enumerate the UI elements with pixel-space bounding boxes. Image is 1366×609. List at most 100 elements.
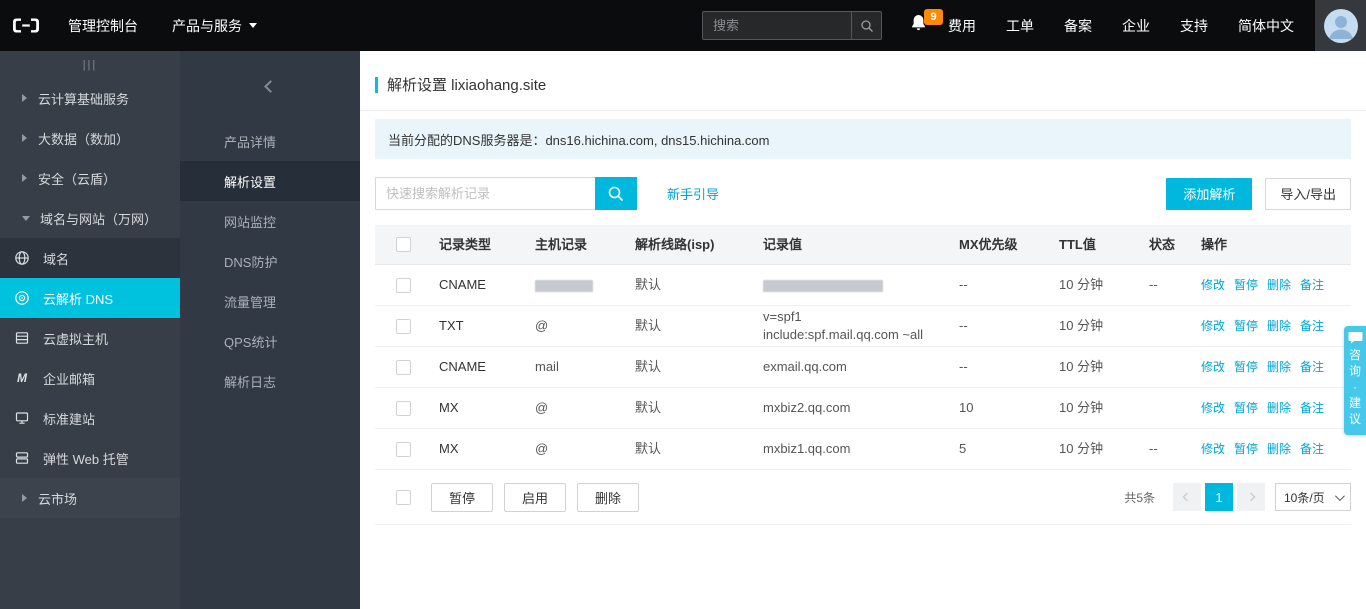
cell-host: [527, 276, 627, 294]
record-search-input[interactable]: [375, 177, 595, 210]
submenu-item-dns-settings[interactable]: 解析设置: [180, 161, 360, 201]
nav-billing[interactable]: 费用: [933, 0, 991, 51]
search-button[interactable]: [595, 177, 637, 210]
action-delete[interactable]: 删除: [1267, 319, 1291, 333]
globe-icon: [15, 251, 29, 265]
cell-value: mxbiz1.qq.com: [763, 441, 851, 456]
action-modify[interactable]: 修改: [1201, 401, 1225, 415]
action-delete[interactable]: 删除: [1267, 278, 1291, 292]
cell-line: 默认: [635, 318, 662, 333]
page-size-select[interactable]: 10条/页: [1275, 483, 1351, 511]
add-record-button[interactable]: 添加解析: [1166, 177, 1253, 210]
sidebar-item-label: 标准建站: [43, 411, 96, 427]
sidebar-item-enterprise-mail[interactable]: M 企业邮箱: [0, 358, 180, 398]
sidebar-item-big-data[interactable]: 大数据（数加）: [0, 118, 180, 158]
cell-value: [755, 276, 951, 294]
topbar: 管理控制台 产品与服务 9 费用 工单 备案 企业 支持 简体中文: [0, 0, 1366, 51]
pagination: 共5条 1 10条/页: [1124, 483, 1351, 511]
import-export-button[interactable]: 导入/导出: [1265, 177, 1351, 210]
sidebar-item-security[interactable]: 安全（云盾）: [0, 158, 180, 198]
sidebar-collapse-icon[interactable]: |||: [0, 51, 180, 78]
toolbar-right: 添加解析 导入/导出: [1166, 177, 1351, 210]
row-checkbox[interactable]: [395, 400, 411, 416]
action-pause[interactable]: 暂停: [1234, 319, 1258, 333]
monitor-icon: [15, 412, 29, 424]
action-remark[interactable]: 备注: [1300, 401, 1324, 415]
sidebar-item-web-hosting[interactable]: 云虚拟主机: [0, 318, 180, 358]
batch-enable-button[interactable]: 启用: [504, 482, 567, 512]
action-remark[interactable]: 备注: [1300, 360, 1324, 374]
action-modify[interactable]: 修改: [1201, 442, 1225, 456]
sidebar-item-website-builder[interactable]: 标准建站: [0, 398, 180, 438]
server-icon: [15, 332, 29, 344]
page-number-button[interactable]: 1: [1205, 483, 1233, 511]
action-remark[interactable]: 备注: [1300, 319, 1324, 333]
batch-pause-button[interactable]: 暂停: [431, 482, 494, 512]
action-modify[interactable]: 修改: [1201, 319, 1225, 333]
submenu-item-site-monitoring[interactable]: 网站监控: [180, 201, 360, 241]
cell-host: @: [535, 441, 549, 456]
redacted-host-value: [535, 279, 593, 292]
topbar-search-input[interactable]: [703, 12, 851, 39]
action-delete[interactable]: 删除: [1267, 401, 1291, 415]
action-delete[interactable]: 删除: [1267, 442, 1291, 456]
row-checkbox[interactable]: [395, 441, 411, 457]
cell-ttl: 10 分钟: [1059, 400, 1104, 415]
action-pause[interactable]: 暂停: [1234, 360, 1258, 374]
notifications-button[interactable]: 9: [904, 0, 943, 51]
notification-badge[interactable]: 9: [924, 9, 943, 25]
nav-enterprise[interactable]: 企业: [1107, 0, 1165, 51]
action-modify[interactable]: 修改: [1201, 360, 1225, 374]
action-pause[interactable]: 暂停: [1234, 442, 1258, 456]
nav-icp-filing[interactable]: 备案: [1049, 0, 1107, 51]
sidebar-item-elastic-web-hosting[interactable]: 弹性 Web 托管: [0, 438, 180, 478]
action-remark[interactable]: 备注: [1300, 442, 1324, 456]
submenu-item-dns-protection[interactable]: DNS防护: [180, 241, 360, 281]
sidebar-item-label: 域名与网站（万网）: [40, 211, 158, 227]
sidebar-item-cloud-computing[interactable]: 云计算基础服务: [0, 78, 180, 118]
aliyun-logo[interactable]: [0, 0, 51, 51]
nav-support[interactable]: 支持: [1165, 0, 1223, 51]
action-pause[interactable]: 暂停: [1234, 401, 1258, 415]
beginner-guide-link[interactable]: 新手引导: [667, 184, 719, 203]
redacted-record-value: [763, 279, 883, 292]
action-pause[interactable]: 暂停: [1234, 278, 1258, 292]
submenu-item-product-details[interactable]: 产品详情: [180, 121, 360, 161]
avatar[interactable]: [1323, 8, 1358, 43]
search-icon[interactable]: [851, 12, 881, 39]
nav-language[interactable]: 简体中文: [1223, 0, 1309, 51]
cell-status: --: [1149, 277, 1158, 292]
submenu-item-traffic-management[interactable]: 流量管理: [180, 281, 360, 321]
feedback-widget[interactable]: 咨询·建议: [1344, 326, 1366, 435]
sidebar-item-marketplace[interactable]: 云市场: [0, 478, 180, 518]
submenu-item-qps-statistics[interactable]: QPS统计: [180, 321, 360, 361]
footer-select-checkbox[interactable]: [395, 489, 411, 505]
select-all-checkbox[interactable]: [395, 237, 411, 252]
row-checkbox[interactable]: [395, 277, 411, 293]
feedback-label: 咨询·建议: [1348, 348, 1361, 426]
sidebar-item-cloud-dns[interactable]: 云解析 DNS: [0, 278, 180, 318]
cell-record-type: CNAME: [439, 359, 486, 374]
action-remark[interactable]: 备注: [1300, 278, 1324, 292]
nav-tickets[interactable]: 工单: [991, 0, 1049, 51]
action-delete[interactable]: 删除: [1267, 360, 1291, 374]
row-checkbox[interactable]: [395, 318, 411, 334]
prev-page-button[interactable]: [1173, 483, 1201, 511]
nav-products[interactable]: 产品与服务: [155, 0, 274, 51]
back-button[interactable]: [180, 51, 360, 121]
cell-ttl: 10 分钟: [1059, 441, 1104, 456]
row-checkbox[interactable]: [395, 359, 411, 375]
cell-mx: --: [959, 359, 968, 374]
sidebar-item-label: 云解析 DNS: [43, 291, 114, 307]
action-modify[interactable]: 修改: [1201, 278, 1225, 292]
nav-console[interactable]: 管理控制台: [51, 0, 155, 51]
chevron-right-icon: [22, 134, 27, 142]
cell-ttl: 10 分钟: [1059, 359, 1104, 374]
next-page-button[interactable]: [1237, 483, 1265, 511]
cell-line: 默认: [635, 441, 662, 456]
batch-delete-button[interactable]: 删除: [577, 482, 640, 512]
sidebar-item-domains[interactable]: 域名: [0, 238, 180, 278]
sidebar-item-domains-websites[interactable]: 域名与网站（万网）: [0, 198, 180, 238]
col-host: 主机记录: [535, 236, 588, 252]
submenu-item-dns-logs[interactable]: 解析日志: [180, 361, 360, 401]
